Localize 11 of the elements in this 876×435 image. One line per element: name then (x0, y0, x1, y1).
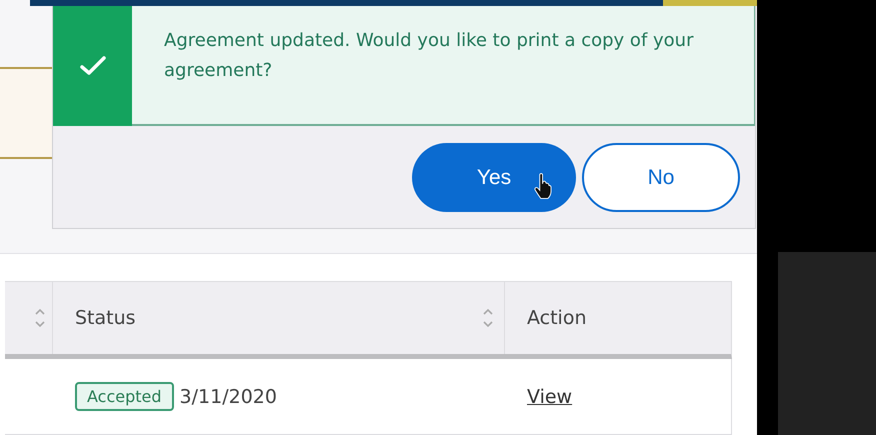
sort-icon[interactable] (34, 307, 46, 329)
sort-icon[interactable] (482, 307, 494, 329)
no-button[interactable]: No (582, 143, 740, 212)
column-header: Status (75, 307, 136, 329)
yes-button[interactable]: Yes (412, 143, 576, 212)
status-badge: Accepted (75, 382, 174, 411)
date-text: 3/11/2020 (180, 386, 277, 408)
alert-message: Agreement updated. Would you like to print a copy of your agreement? (164, 29, 694, 83)
checkmark-icon (80, 56, 106, 76)
column-header: Action (527, 307, 587, 329)
view-link[interactable]: View (527, 386, 572, 408)
